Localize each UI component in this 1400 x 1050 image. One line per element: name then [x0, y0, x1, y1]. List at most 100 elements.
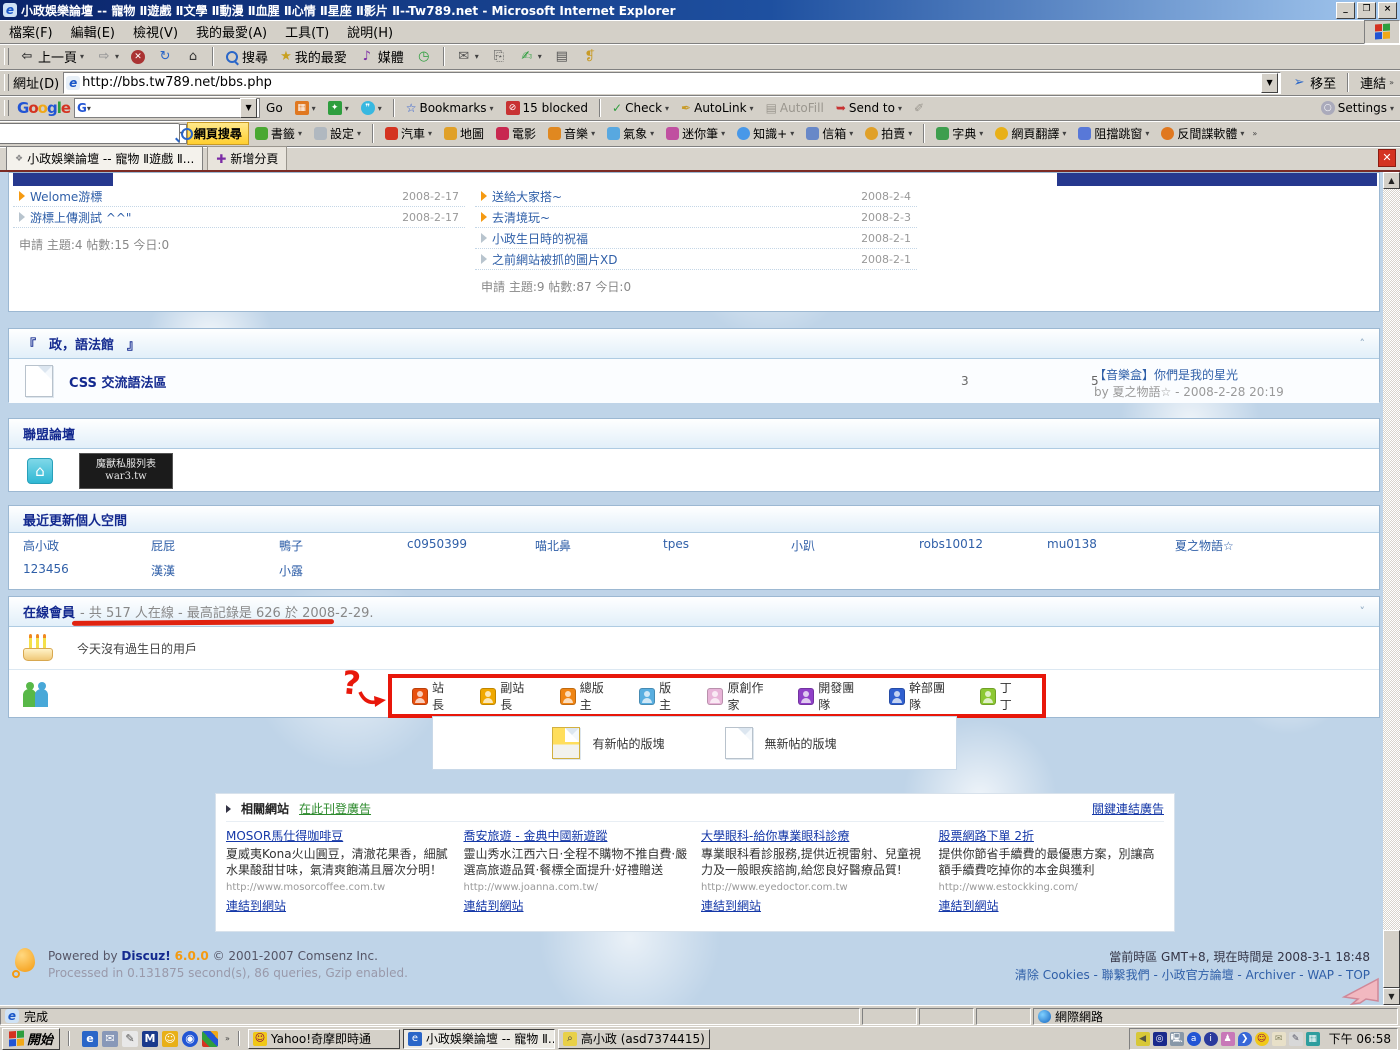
- antivirus-a-icon[interactable]: a: [1187, 1032, 1201, 1046]
- picasa-quicklaunch-icon[interactable]: [202, 1031, 218, 1047]
- yahoo-mailbox-button[interactable]: 信箱▾: [800, 122, 859, 145]
- google-bookmarks-button[interactable]: ☆ Bookmarks▾: [400, 98, 500, 118]
- google-news-button[interactable]: ▦▾: [289, 98, 322, 118]
- google-go-button[interactable]: Go: [260, 98, 289, 118]
- ad-visit-link[interactable]: 連結到網站: [464, 899, 524, 913]
- messenger-quicklaunch-icon[interactable]: M: [142, 1031, 158, 1047]
- yahoo-music-button[interactable]: 音樂▾: [542, 122, 601, 145]
- forum-link[interactable]: CSS 交流語法區: [69, 372, 166, 391]
- home-button[interactable]: ⌂: [179, 46, 207, 68]
- tabbar-close-icon[interactable]: ✕: [1378, 149, 1396, 167]
- menu-edit[interactable]: 編輯(E): [62, 19, 124, 44]
- ad-title-link[interactable]: MOSOR馬仕得咖啡豆: [226, 828, 452, 844]
- mail-tray-icon[interactable]: ✉: [1272, 1032, 1286, 1046]
- thread-link[interactable]: Welome游標: [30, 188, 102, 205]
- tab-active[interactable]: ❖ 小政娛樂論壇 -- 寵物 Ⅱ遊戲 Ⅱ...: [6, 146, 203, 170]
- refresh-button[interactable]: ↻: [151, 46, 179, 68]
- edit-button[interactable]: ✍▾: [513, 46, 548, 68]
- forward-button[interactable]: ⇨▾: [90, 46, 125, 68]
- google-comment-button[interactable]: ❞▾: [355, 98, 388, 118]
- volume-icon[interactable]: ◀: [1136, 1032, 1150, 1046]
- user-link[interactable]: c0950399: [407, 537, 535, 554]
- player-quicklaunch-icon[interactable]: ◉: [182, 1031, 198, 1047]
- thread-link[interactable]: 之前網站被抓的圖片XD: [492, 251, 617, 268]
- go-button[interactable]: ➢ 移至: [1285, 70, 1342, 95]
- wireless-icon[interactable]: ◎: [1153, 1032, 1167, 1046]
- thread-link[interactable]: 小政生日時的祝福: [492, 230, 588, 247]
- pet-quicklaunch-icon[interactable]: ☺: [162, 1031, 178, 1047]
- mail-button[interactable]: ✉▾: [450, 46, 485, 68]
- thread-link[interactable]: 送給大家搭~: [492, 188, 562, 205]
- ad-title-link[interactable]: 大學眼科-給你專業眼科診療: [701, 828, 927, 844]
- yahoo-auction-button[interactable]: 拍賣▾: [859, 122, 918, 145]
- collapse-icon[interactable]: ˄: [1360, 337, 1366, 350]
- notes-button[interactable]: ▤: [548, 46, 576, 68]
- yahoo-web-search-button[interactable]: 網頁搜尋: [187, 122, 249, 145]
- discuss-button[interactable]: ❡: [576, 46, 604, 68]
- google-autolink-button[interactable]: ✒ AutoLink▾: [675, 98, 760, 118]
- pink-app-icon[interactable]: ♟: [1221, 1032, 1235, 1046]
- notepad-quicklaunch-icon[interactable]: ✎: [122, 1031, 138, 1047]
- user-link[interactable]: 小趴: [791, 537, 919, 554]
- history-button[interactable]: ◷: [410, 46, 438, 68]
- google-sendto-button[interactable]: ➥ Send to▾: [830, 98, 908, 118]
- yahoo-bookmarks-button[interactable]: 書籤▾: [249, 122, 308, 145]
- vertical-scrollbar[interactable]: ▲ ▼: [1383, 172, 1400, 1005]
- print-button[interactable]: ⎘: [485, 46, 513, 68]
- discuz-brand-link[interactable]: Discuz!: [121, 949, 170, 963]
- google-search-dropdown[interactable]: ▼: [240, 98, 257, 118]
- back-button[interactable]: ⇦ 上一頁▾: [13, 44, 90, 69]
- stop-button[interactable]: ✕: [125, 47, 151, 67]
- user-link[interactable]: mu0138: [1047, 537, 1175, 554]
- thread-link[interactable]: 去清境玩~: [492, 209, 550, 226]
- task-chat-window[interactable]: ⌕ 高小政 (asd7374415): [558, 1029, 710, 1049]
- outlook-quicklaunch-icon[interactable]: ✉: [102, 1031, 118, 1047]
- yahoo-smiley-tray-icon[interactable]: ☺: [1255, 1032, 1269, 1046]
- user-link[interactable]: tpes: [663, 537, 791, 554]
- ad-visit-link[interactable]: 連結到網站: [226, 899, 286, 913]
- menu-favorites[interactable]: 我的最愛(A): [187, 19, 276, 44]
- keyword-ads-link[interactable]: 關鍵連結廣告: [1092, 800, 1164, 817]
- ad-visit-link[interactable]: 連結到網站: [701, 899, 761, 913]
- ad-title-link[interactable]: 股票網路下單 2折: [939, 828, 1165, 844]
- menu-view[interactable]: 檢視(V): [124, 19, 187, 44]
- media-button[interactable]: ♪ 媒體: [353, 44, 410, 69]
- pen-tray-icon[interactable]: ✎: [1289, 1032, 1303, 1046]
- toolbar-grip[interactable]: [4, 48, 9, 66]
- home-site-icon[interactable]: ⌂: [27, 458, 53, 484]
- close-button[interactable]: ×: [1378, 2, 1397, 19]
- menu-tools[interactable]: 工具(T): [276, 19, 338, 44]
- google-popup-blocked-button[interactable]: ⊘ 15 blocked: [500, 98, 595, 118]
- scroll-up-button[interactable]: ▲: [1383, 172, 1400, 189]
- user-link[interactable]: 屁屁: [151, 537, 279, 554]
- task-yahoo-messenger[interactable]: ☺ Yahoo!奇摩即時通: [248, 1029, 400, 1049]
- user-link[interactable]: 喵北鼻: [535, 537, 663, 554]
- yahoo-cars-button[interactable]: 汽車▾: [379, 122, 438, 145]
- ie-quicklaunch-icon[interactable]: e: [82, 1031, 98, 1047]
- quicklaunch-overflow-icon[interactable]: »: [225, 1034, 230, 1043]
- yahoo-translate-button[interactable]: 網頁翻譯▾: [989, 122, 1072, 145]
- calendar-tray-icon[interactable]: ▦: [1306, 1032, 1320, 1046]
- addressbar-grip[interactable]: [4, 74, 9, 92]
- collapse-icon[interactable]: ˅: [1360, 605, 1366, 618]
- new-tab-button[interactable]: ✚ 新增分頁: [207, 146, 287, 170]
- google-settings-button[interactable]: ○ Settings▾: [1315, 98, 1400, 118]
- google-check-button[interactable]: ✓ Check▾: [606, 98, 675, 118]
- yahoo-antispyware-button[interactable]: 反間諜軟體▾: [1155, 122, 1250, 145]
- yahoo-maps-button[interactable]: 地圖: [438, 122, 490, 145]
- user-link[interactable]: 小露: [279, 562, 407, 579]
- user-link[interactable]: robs10012: [919, 537, 1047, 554]
- minimize-button[interactable]: _: [1336, 2, 1355, 19]
- favorites-button[interactable]: ★ 我的最愛: [274, 44, 353, 69]
- footer-links[interactable]: 清除 Cookies - 聯繫我們 - 小政官方論壇 - Archiver - …: [1015, 966, 1370, 984]
- search-button[interactable]: 搜尋: [219, 44, 274, 69]
- yahoo-settings-button[interactable]: 設定▾: [308, 122, 367, 145]
- google-autofill-button[interactable]: ▤ AutoFill: [760, 98, 830, 118]
- yahoo-minipen-button[interactable]: 迷你筆▾: [660, 122, 731, 145]
- user-link[interactable]: 漢漢: [151, 562, 279, 579]
- menu-file[interactable]: 檔案(F): [0, 19, 62, 44]
- scrollbar-thumb[interactable]: [1383, 930, 1400, 988]
- start-button[interactable]: 開始: [2, 1028, 60, 1050]
- messenger-tray-icon[interactable]: ❯: [1238, 1032, 1252, 1046]
- googlebar-grip[interactable]: [4, 100, 9, 117]
